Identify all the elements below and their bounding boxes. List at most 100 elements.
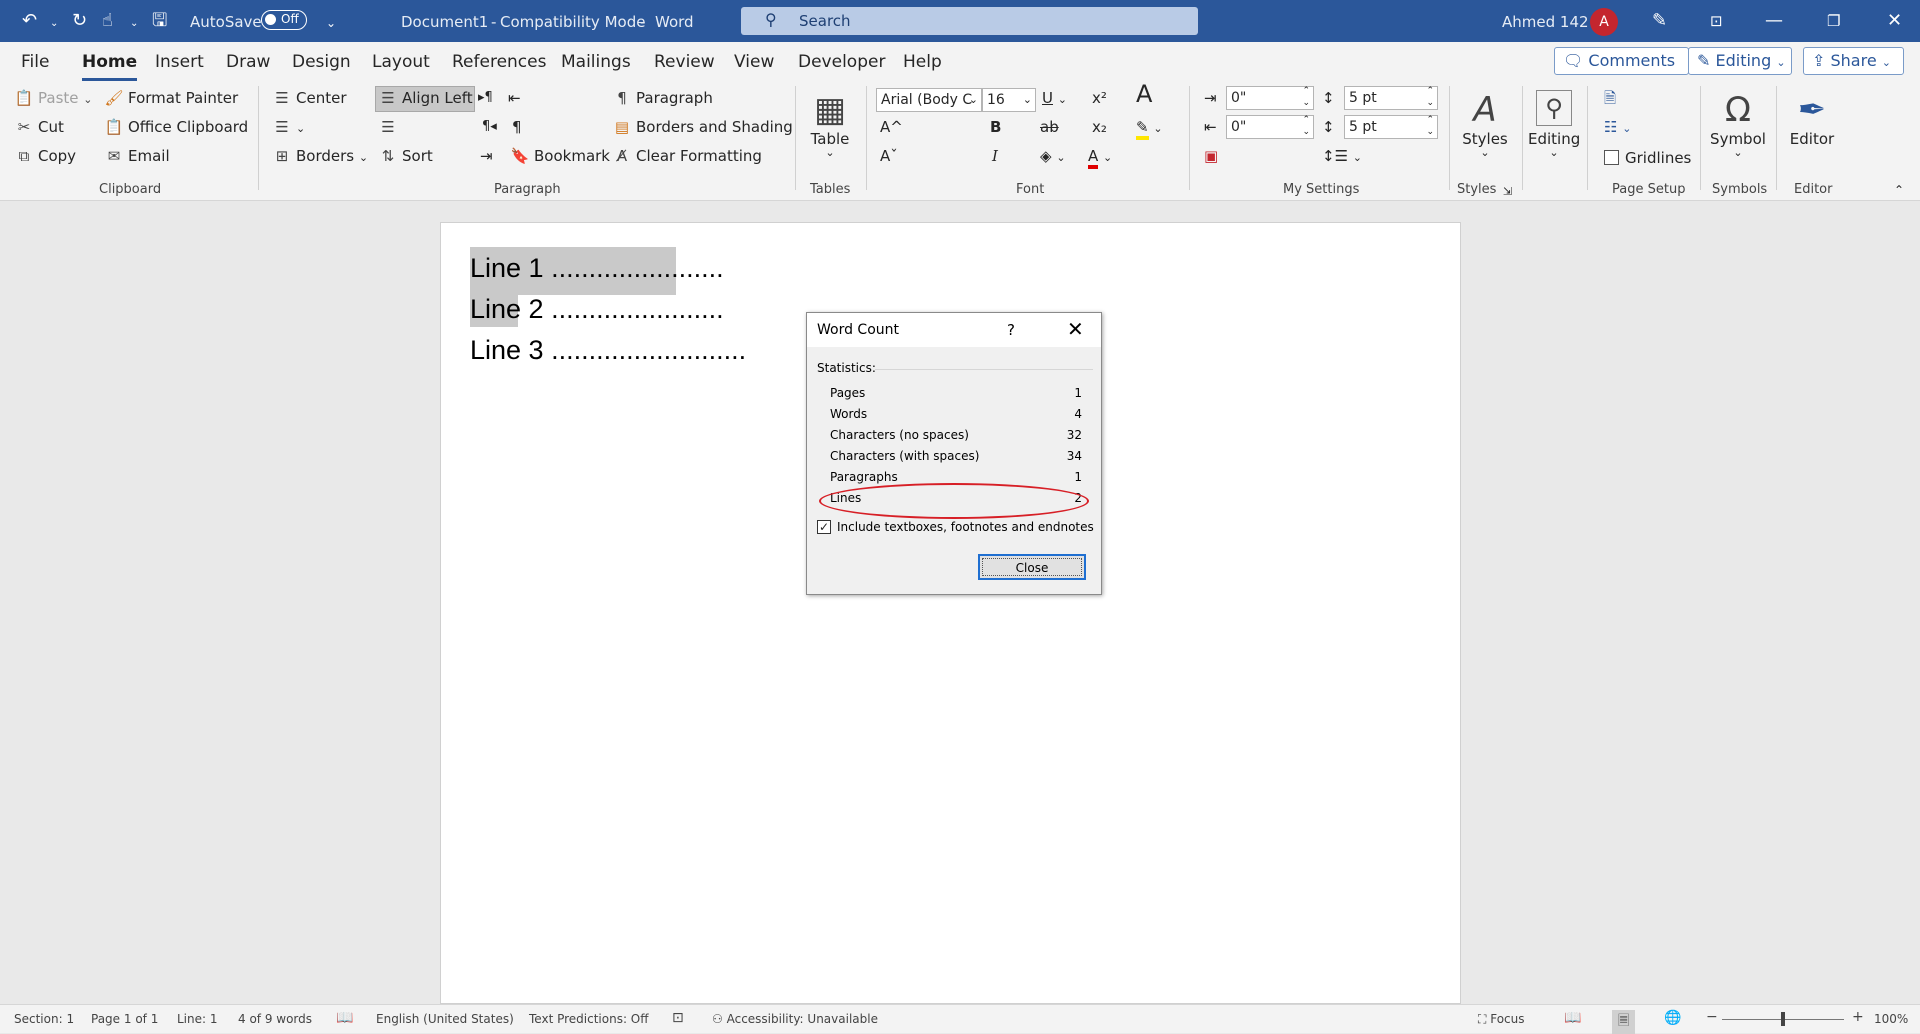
strikethrough-button[interactable]: ab xyxy=(1040,117,1059,137)
borders-shading-button[interactable]: ▤ Borders and Shading xyxy=(612,117,793,137)
page-settings-icon[interactable]: ▣ xyxy=(1204,146,1218,166)
document-line[interactable]: Line 2 ....................... xyxy=(470,292,724,326)
format-painter-button[interactable]: 🖌 Format Painter xyxy=(104,88,238,108)
paragraph-dialog-button[interactable]: ¶ Paragraph xyxy=(612,88,713,108)
ribbon-display-options-icon[interactable]: ⊡ xyxy=(1710,9,1723,33)
search-box[interactable]: ⚲ Search xyxy=(741,7,1198,35)
tab-help[interactable]: Help xyxy=(903,51,942,73)
zoom-out-icon[interactable]: − xyxy=(1706,1009,1718,1025)
close-icon[interactable]: ✕ xyxy=(1067,317,1084,341)
ltr-direction-button[interactable]: ▸¶ xyxy=(478,88,493,108)
copy-button[interactable]: ⧉ Copy xyxy=(14,146,76,166)
highlight-button[interactable]: ✎ ⌄ xyxy=(1136,117,1163,140)
table-button[interactable]: ▦ Table ⌄ xyxy=(808,90,852,158)
shrink-font-button[interactable]: Aˇ xyxy=(880,146,898,166)
read-mode-icon[interactable]: 📖 xyxy=(1564,1010,1581,1026)
tab-design[interactable]: Design xyxy=(292,51,351,73)
indent-left-input[interactable]: 0" ⌃ ⌄ xyxy=(1226,86,1314,110)
columns-button[interactable]: ☷ ⌄ xyxy=(1604,117,1631,139)
subscript-button[interactable]: x₂ xyxy=(1092,117,1107,137)
page-indicator[interactable]: Page 1 of 1 xyxy=(91,1012,158,1026)
word-count-indicator[interactable]: 4 of 9 words xyxy=(238,1012,312,1026)
include-textboxes-checkbox[interactable]: ✓ xyxy=(817,520,831,534)
tab-home[interactable]: Home xyxy=(82,51,138,81)
sort-button[interactable]: ⇅ Sort xyxy=(378,146,433,166)
font-name-combo[interactable]: Arial (Body C ⌄ xyxy=(876,88,982,112)
section-indicator[interactable]: Section: 1 xyxy=(14,1012,74,1026)
tab-references[interactable]: References xyxy=(452,51,546,73)
underline-button[interactable]: U ⌄ xyxy=(1042,88,1067,110)
undo-dropdown-icon[interactable]: ⌄ xyxy=(50,12,58,36)
editing-mode-button[interactable]: ✎ Editing ⌄ xyxy=(1688,47,1792,75)
quick-access-dropdown-icon[interactable]: ⌄ xyxy=(326,11,336,35)
user-name[interactable]: Ahmed 142 xyxy=(1502,12,1589,32)
zoom-level[interactable]: 100% xyxy=(1874,1012,1908,1026)
macro-recording-icon[interactable]: ⊡ xyxy=(672,1010,684,1026)
focus-button[interactable]: ⛶ Focus xyxy=(1478,1012,1525,1027)
paste-button[interactable]: 📋 Paste ⌄ xyxy=(14,88,93,110)
designer-pen-icon[interactable]: ✎ xyxy=(1652,9,1667,33)
minimize-icon[interactable]: — xyxy=(1765,9,1783,33)
tab-developer[interactable]: Developer xyxy=(798,51,885,73)
center-button[interactable]: ☰ Center xyxy=(272,88,346,108)
show-formatting-button[interactable]: ¶ xyxy=(512,117,522,137)
line-indicator[interactable]: Line: 1 xyxy=(177,1012,218,1026)
styles-button[interactable]: A Styles ⌄ xyxy=(1460,90,1510,158)
font-size-combo[interactable]: 16 ⌄ xyxy=(982,88,1036,112)
tab-review[interactable]: Review xyxy=(654,51,715,73)
include-textboxes-label[interactable]: Include textboxes, footnotes and endnote… xyxy=(837,520,1094,534)
bookmark-button[interactable]: 🔖 Bookmark xyxy=(510,146,610,166)
undo-icon[interactable]: ↶ xyxy=(22,9,37,33)
tab-file[interactable]: File xyxy=(21,51,49,73)
close-button[interactable]: Close xyxy=(978,554,1086,580)
editing-button[interactable]: ⚲ Editing ⌄ xyxy=(1528,90,1580,158)
tab-view[interactable]: View xyxy=(734,51,774,73)
text-effects-button[interactable]: A xyxy=(1136,82,1152,106)
proofing-icon[interactable]: 📖 xyxy=(336,1010,353,1026)
restore-icon[interactable]: ❐ xyxy=(1827,9,1840,33)
gridlines-checkbox[interactable]: Gridlines xyxy=(1604,148,1691,168)
indent-right-input[interactable]: 0" ⌃ ⌄ xyxy=(1226,115,1314,139)
zoom-slider-handle[interactable] xyxy=(1781,1012,1785,1026)
clear-formatting-button[interactable]: A̸ Clear Formatting xyxy=(612,146,762,166)
bullets-button[interactable]: ☰ ⌄ xyxy=(272,117,305,139)
indent-button[interactable]: ⇥ xyxy=(480,146,493,166)
close-window-icon[interactable]: ✕ xyxy=(1887,9,1902,33)
editor-button[interactable]: ✒ Editor xyxy=(1786,90,1838,148)
grow-font-button[interactable]: A^ xyxy=(880,117,903,137)
italic-button[interactable]: I xyxy=(992,146,998,166)
space-before-input[interactable]: 5 pt ⌃ ⌄ xyxy=(1344,86,1438,110)
align-left-button[interactable]: ☰ Align Left xyxy=(378,88,472,108)
tab-mailings[interactable]: Mailings xyxy=(561,51,631,73)
accessibility-indicator[interactable]: ⚇ Accessibility: Unavailable xyxy=(712,1012,878,1026)
autosave-toggle[interactable]: Off xyxy=(261,10,307,30)
collapse-ribbon-icon[interactable]: ⌃ xyxy=(1894,180,1904,200)
print-layout-icon[interactable]: 🗏 xyxy=(1612,1010,1636,1034)
styles-dialog-launcher-icon[interactable]: ⇲ xyxy=(1503,182,1512,202)
zoom-in-icon[interactable]: + xyxy=(1852,1009,1864,1025)
office-clipboard-button[interactable]: 📋 Office Clipboard xyxy=(104,117,249,137)
help-button[interactable]: ? xyxy=(1007,321,1015,339)
cut-button[interactable]: ✂ Cut xyxy=(14,117,64,137)
font-color-button[interactable]: A ⌄ xyxy=(1088,146,1112,169)
line-spacing-button[interactable]: ↕☰ ⌄ xyxy=(1322,146,1362,168)
decrease-indent-button[interactable]: ⇤ xyxy=(508,88,521,108)
space-after-input[interactable]: 5 pt ⌃ ⌄ xyxy=(1344,115,1438,139)
superscript-button[interactable]: x² xyxy=(1092,88,1107,108)
text-predictions-indicator[interactable]: Text Predictions: Off xyxy=(529,1012,649,1026)
redo-icon[interactable]: ↻ xyxy=(72,9,87,33)
customize-dropdown-icon[interactable]: ⌄ xyxy=(130,12,138,36)
comments-button[interactable]: 🗨 Comments xyxy=(1554,47,1689,75)
rtl-direction-button[interactable]: ¶◂ xyxy=(482,117,497,137)
language-indicator[interactable]: English (United States) xyxy=(376,1012,514,1026)
tab-layout[interactable]: Layout xyxy=(372,51,430,73)
avatar[interactable]: A xyxy=(1590,8,1618,36)
email-button[interactable]: ✉ Email xyxy=(104,146,170,166)
align-right-button[interactable]: ☰ xyxy=(378,117,402,137)
bold-button[interactable]: B xyxy=(990,117,1001,137)
page-setup-icon[interactable]: 🗎 xyxy=(1604,88,1616,108)
web-layout-icon[interactable]: 🌐 xyxy=(1664,1010,1681,1026)
save-icon[interactable]: 🖫 xyxy=(152,9,167,33)
symbol-button[interactable]: Ω Symbol ⌄ xyxy=(1710,90,1766,158)
tab-insert[interactable]: Insert xyxy=(155,51,204,73)
